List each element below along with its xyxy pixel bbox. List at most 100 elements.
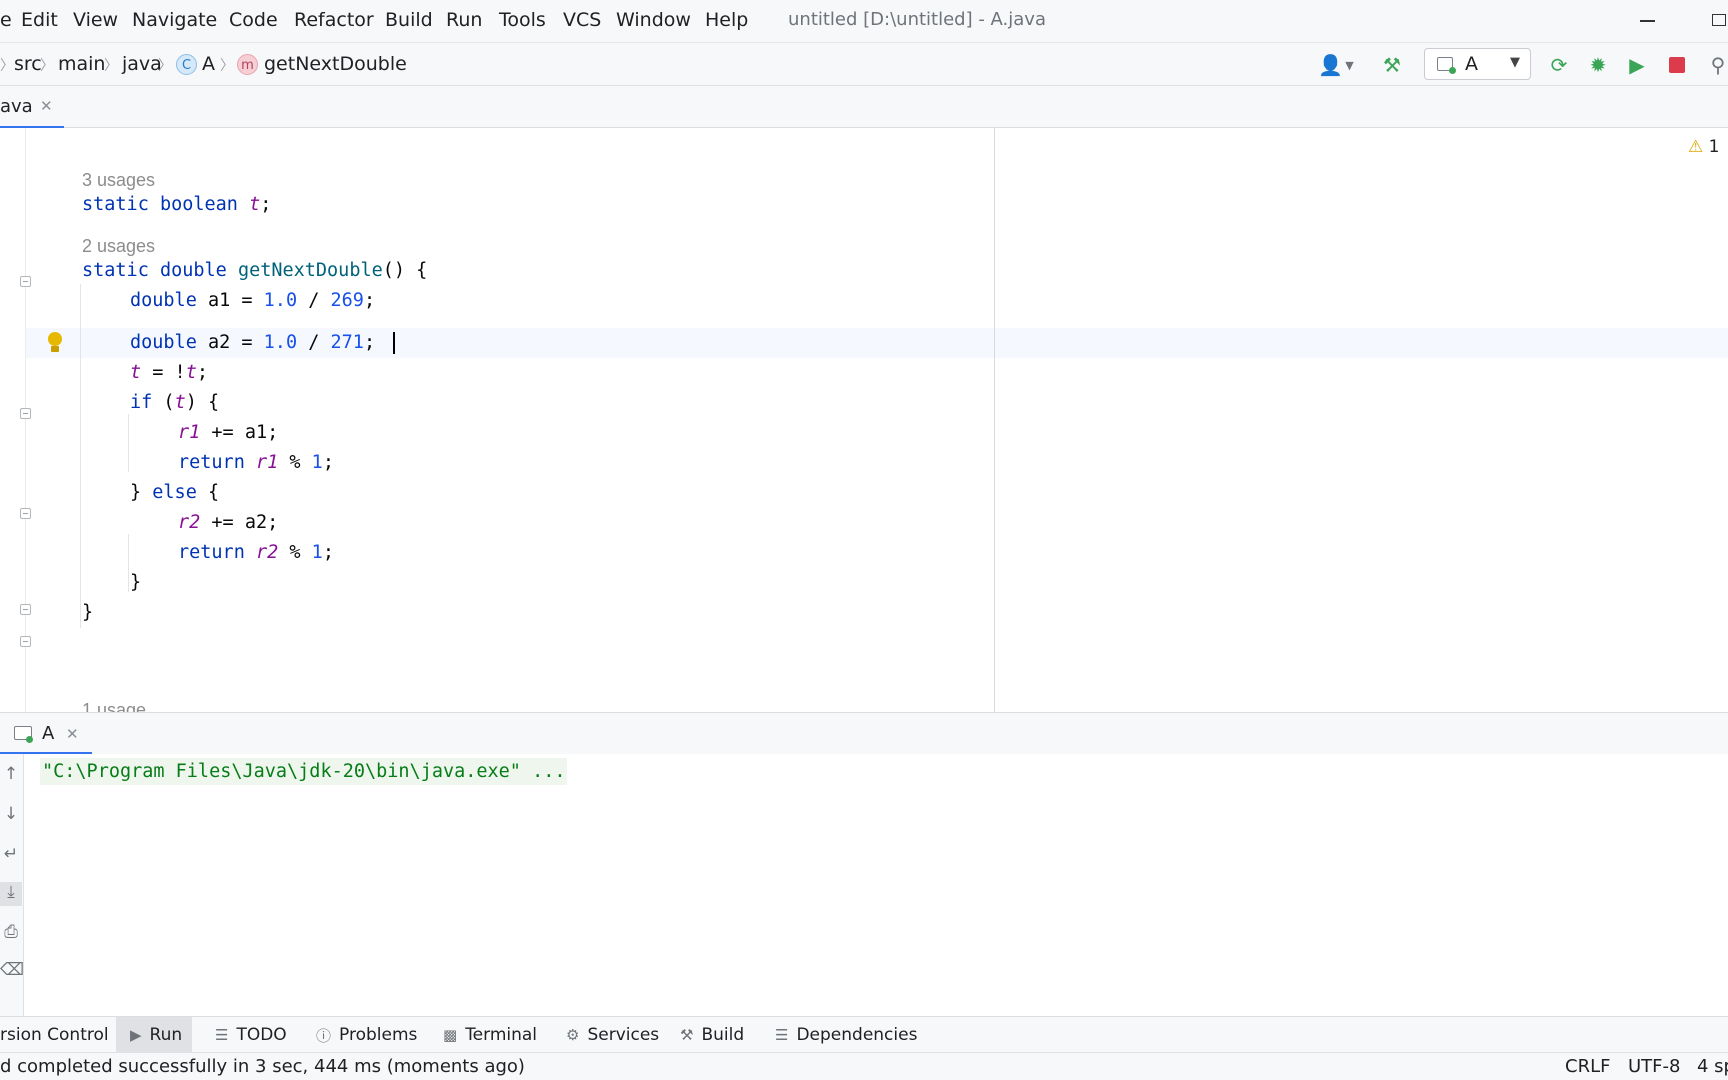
breadcrumb-main[interactable]: main — [58, 53, 105, 75]
run-tab-label: A — [42, 723, 55, 744]
fold-marker[interactable] — [20, 508, 31, 519]
stop-icon[interactable] — [1660, 49, 1694, 81]
code-line: double a2 = 1.0 / 271; — [130, 332, 376, 353]
tool-window-terminal[interactable]: ▩ Terminal — [443, 1017, 537, 1053]
code-line: double a1 = 1.0 / 269; — [130, 290, 376, 311]
menu-help[interactable]: Help — [705, 9, 748, 31]
breadcrumb-separator: 〉 — [104, 58, 118, 74]
fold-marker[interactable] — [20, 604, 31, 615]
user-dropdown-icon[interactable]: 👤 ▼ — [1316, 49, 1356, 81]
lightbulb-icon[interactable] — [46, 332, 64, 354]
dependencies-icon: ☰ — [775, 1026, 789, 1044]
run-config-label: A — [1465, 53, 1478, 75]
breadcrumb-separator: 〉 — [40, 58, 54, 74]
tool-window-run[interactable]: ▶ Run — [116, 1017, 193, 1053]
tool-window-dependencies[interactable]: ☰ Dependencies — [775, 1017, 917, 1053]
navigation-bar: 〉 src 〉 main 〉 java 〉 C A 〉 m getNextDou… — [0, 42, 1728, 86]
tool-window-label: Problems — [339, 1025, 418, 1045]
menu-view[interactable]: View — [73, 9, 118, 31]
close-icon[interactable]: ✕ — [40, 97, 53, 115]
usage-hint[interactable]: 1 usage — [82, 700, 146, 712]
coverage-icon[interactable]: ▶ — [1620, 49, 1654, 81]
hammer-build-icon[interactable]: ⚒ — [1375, 49, 1409, 81]
tool-window-bar: rsion Control ▶ Run ☰ TODO ⓘ Problems ▩ Term… — [0, 1016, 1728, 1053]
menu-code[interactable]: Code — [229, 9, 278, 31]
breadcrumb-java[interactable]: java — [122, 53, 162, 75]
breadcrumb-class-a[interactable]: A — [202, 53, 215, 75]
usage-hint[interactable]: 3 usages — [82, 170, 155, 191]
code-line: return r1 % 1; — [178, 452, 334, 473]
menu-vcs[interactable]: VCS — [563, 9, 601, 31]
editor-tab-strip: ava ✕ — [0, 86, 1728, 129]
warning-indicator[interactable]: ⚠ 1 — [1688, 137, 1719, 157]
tool-window-services[interactable]: ⚙ Services — [566, 1017, 659, 1053]
text-cursor — [393, 332, 395, 354]
arrow-down-icon[interactable]: ↓ — [0, 804, 22, 828]
fold-marker[interactable] — [20, 408, 31, 419]
rerun-icon[interactable]: ⟳ — [1542, 49, 1576, 81]
breadcrumb-src[interactable]: src — [14, 53, 42, 75]
encoding-indicator[interactable]: UTF-8 — [1628, 1056, 1680, 1077]
run-configuration-selector[interactable]: A ▼ — [1424, 48, 1531, 80]
run-play-icon: ▶ — [130, 1026, 142, 1044]
menu-window[interactable]: Window — [616, 9, 691, 31]
window-title: untitled [D:\untitled] - A.java — [788, 9, 1046, 30]
tool-window-label: Terminal — [465, 1025, 538, 1045]
minimize-icon[interactable] — [1640, 20, 1655, 22]
restore-window-icon[interactable] — [1712, 14, 1726, 26]
indent-guide — [80, 284, 81, 628]
running-status-dot — [26, 736, 33, 743]
breadcrumb-method[interactable]: getNextDouble — [264, 53, 407, 75]
tool-window-problems[interactable]: ⓘ Problems — [316, 1017, 417, 1053]
tab-label: ava — [0, 96, 33, 117]
usage-hint[interactable]: 2 usages — [82, 236, 155, 257]
menu-run[interactable]: Run — [446, 9, 482, 31]
close-icon[interactable]: ✕ — [66, 725, 79, 743]
list-icon: ☰ — [215, 1026, 229, 1044]
warning-icon: ⚠ — [1688, 137, 1704, 157]
menu-edit[interactable]: Edit — [21, 9, 58, 31]
indent-guide — [128, 534, 129, 592]
menu-tools[interactable]: Tools — [499, 9, 546, 31]
code-line: if (t) { — [130, 392, 220, 413]
code-line: } else { — [130, 482, 220, 503]
soft-wrap-icon[interactable]: ↵ — [0, 844, 22, 868]
tool-window-version-control[interactable]: rsion Control — [0, 1017, 109, 1053]
hammer-icon: ⚒ — [680, 1026, 694, 1044]
print-icon[interactable]: ⎙ — [0, 922, 22, 946]
right-margin-guide — [994, 128, 995, 712]
tool-window-label: Dependencies — [796, 1025, 918, 1045]
tool-window-label: rsion Control — [0, 1025, 109, 1045]
tool-window-todo[interactable]: ☰ TODO — [215, 1017, 287, 1053]
scroll-to-end-icon[interactable]: ⤓ — [0, 882, 22, 906]
status-bar: d completed successfully in 3 sec, 444 m… — [0, 1052, 1728, 1080]
fold-marker[interactable] — [20, 276, 31, 287]
run-side-toolbar: ↑ ↓ ↵ ⤓ ⎙ ⌫ — [0, 754, 24, 1016]
run-config-status-dot — [1449, 67, 1456, 74]
problems-icon: ⓘ — [316, 1026, 332, 1045]
menu-refactor[interactable]: Refactor — [294, 9, 374, 31]
terminal-icon: ▩ — [443, 1026, 458, 1044]
console-output-line: "C:\Program Files\Java\jdk-20\bin\java.e… — [40, 758, 568, 785]
fold-marker[interactable] — [20, 636, 31, 647]
run-tab-a[interactable]: A ✕ — [0, 713, 92, 755]
menu-navigate[interactable]: Navigate — [132, 9, 217, 31]
search-icon[interactable]: ⚲ — [1708, 49, 1728, 81]
breadcrumb-separator: 〉 — [0, 58, 14, 74]
tool-window-label: Build — [701, 1025, 745, 1045]
line-separator-indicator[interactable]: CRLF — [1565, 1056, 1610, 1077]
tool-window-build[interactable]: ⚒ Build — [680, 1017, 744, 1053]
debug-bug-icon[interactable]: ✹ — [1581, 49, 1615, 81]
indent-indicator[interactable]: 4 sp — [1697, 1056, 1728, 1077]
trash-icon[interactable]: ⌫ — [0, 960, 24, 984]
code-line: r1 += a1; — [178, 422, 279, 443]
tool-window-label: Run — [149, 1025, 183, 1045]
code-line: } — [130, 572, 142, 593]
tab-a-java[interactable]: ava ✕ — [0, 86, 64, 129]
code-editor[interactable]: ⚠ 1 3 usages static boolean t; 2 usages … — [0, 128, 1728, 712]
arrow-up-icon[interactable]: ↑ — [0, 764, 22, 788]
run-console[interactable]: ↑ ↓ ↵ ⤓ ⎙ ⌫ "C:\Program Files\Java\jdk-2… — [0, 754, 1728, 1016]
menu-file[interactable]: e — [0, 9, 12, 31]
menu-build[interactable]: Build — [385, 9, 433, 31]
status-message[interactable]: d completed successfully in 3 sec, 444 m… — [0, 1056, 525, 1077]
